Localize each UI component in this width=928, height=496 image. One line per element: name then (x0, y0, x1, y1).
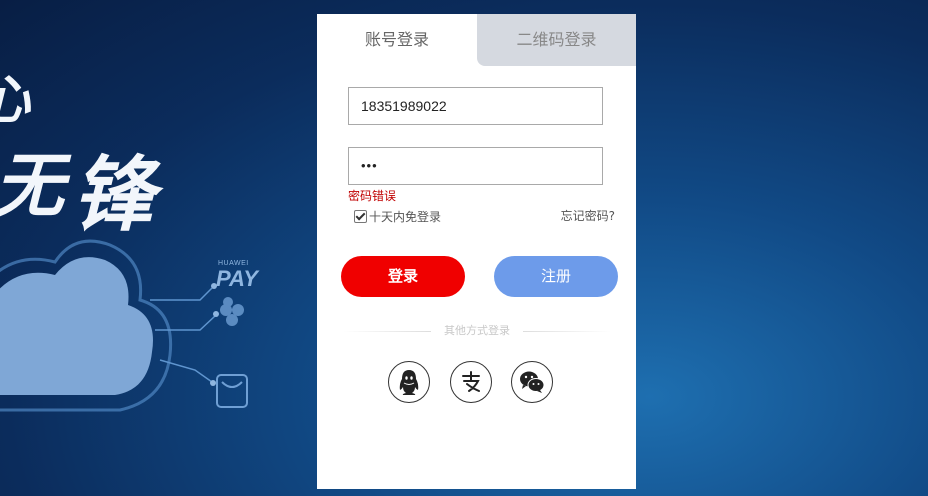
forgot-password-link[interactable]: 忘记密码? (561, 207, 615, 224)
wechat-icon (520, 371, 545, 393)
flower-icon (220, 297, 244, 326)
bag-icon (216, 374, 248, 408)
background-illustration: 心 无 锋 HUAWEI PAY (0, 0, 320, 496)
cloud-icon (0, 239, 248, 412)
remember-me[interactable]: 十天内免登录 (354, 208, 441, 225)
register-button[interactable]: 注册 (494, 256, 618, 297)
alipay-login-button[interactable] (450, 361, 492, 403)
login-panel: 账号登录 二维码登录 18351989022 ••• 密码错误 十天内免登录 忘… (317, 14, 636, 489)
remember-label: 十天内免登录 (369, 210, 442, 224)
remember-checkbox[interactable] (354, 210, 367, 223)
login-button[interactable]: 登录 (341, 256, 465, 297)
qq-login-button[interactable] (388, 361, 430, 403)
tab-account-login[interactable]: 账号登录 (317, 14, 477, 66)
other-login-divider: 其他方式登录 (343, 323, 611, 339)
qq-icon (399, 370, 419, 395)
pay-logo: PAY (216, 266, 258, 291)
error-message: 密码错误 (348, 189, 397, 203)
alipay-icon (462, 371, 480, 392)
divider-line-right (523, 331, 611, 332)
username-input[interactable]: 18351989022 (348, 87, 603, 125)
password-input[interactable]: ••• (348, 147, 603, 185)
wechat-login-button[interactable] (511, 361, 553, 403)
tab-qrcode-login[interactable]: 二维码登录 (477, 14, 636, 66)
